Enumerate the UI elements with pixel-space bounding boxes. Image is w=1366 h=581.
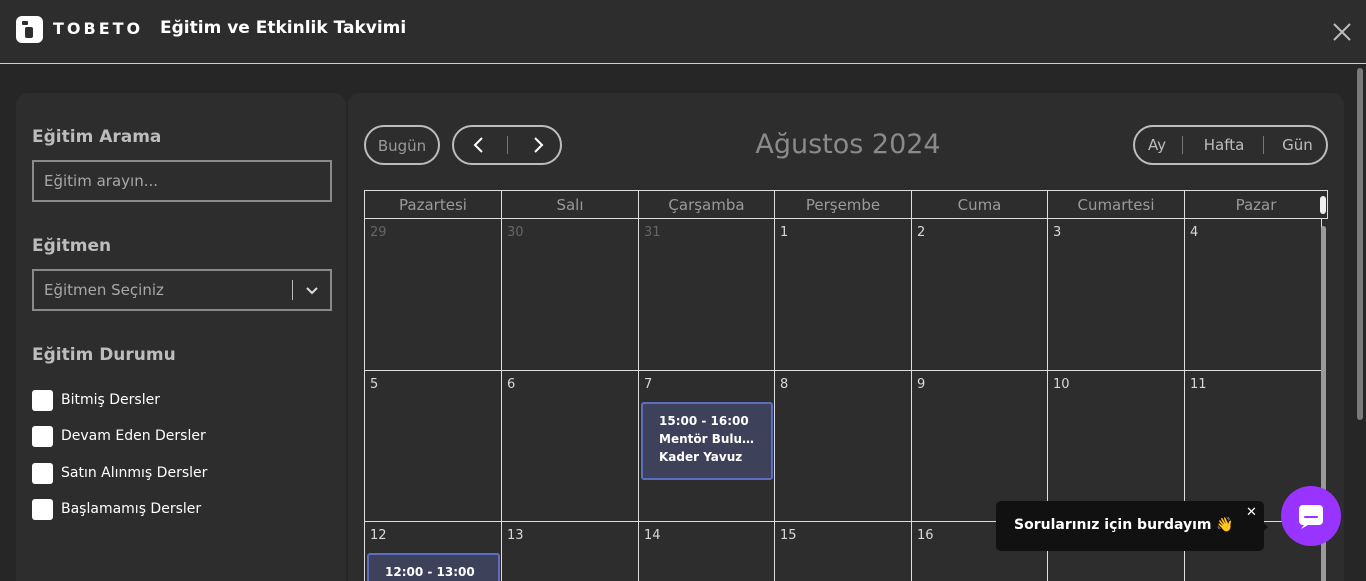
close-icon[interactable]: ✕ xyxy=(1246,505,1257,520)
weekday-header: Perşembe xyxy=(775,191,912,219)
chevron-down-icon[interactable] xyxy=(304,282,320,298)
view-divider xyxy=(1182,136,1183,154)
search-input[interactable] xyxy=(32,160,332,202)
weekday-header: Cumartesi xyxy=(1048,191,1185,219)
weekday-header: Cuma xyxy=(912,191,1048,219)
checkbox[interactable] xyxy=(32,390,53,411)
view-week-button[interactable]: Hafta xyxy=(1191,136,1257,154)
weekday-header: Pazar xyxy=(1185,191,1328,219)
day-cell[interactable]: 14 xyxy=(639,522,775,581)
day-number: 30 xyxy=(507,225,524,240)
day-number: 8 xyxy=(780,377,789,392)
event-title: Mentör Buluşması xyxy=(659,432,761,446)
close-icon[interactable] xyxy=(1330,20,1354,44)
day-cell[interactable]: 2 xyxy=(912,219,1048,371)
checkbox-label: Bitmiş Dersler xyxy=(61,392,160,408)
day-number: 13 xyxy=(507,528,524,543)
day-number: 4 xyxy=(1190,225,1199,240)
day-number: 14 xyxy=(644,528,661,543)
chat-button[interactable] xyxy=(1281,486,1341,546)
weekday-header: Pazartesi xyxy=(365,191,502,219)
checkbox[interactable] xyxy=(32,499,53,520)
grid-scrollbar-thumb[interactable] xyxy=(1320,196,1326,214)
checkbox-label: Başlamamış Dersler xyxy=(61,501,202,517)
instructor-select-value: Eğitmen Seçiniz xyxy=(44,281,164,299)
day-cell[interactable]: 3 xyxy=(1048,219,1185,371)
day-cell[interactable]: 4 xyxy=(1185,219,1322,371)
event-time: 15:00 - 16:00 xyxy=(659,414,749,428)
event-person: Kader Yavuz xyxy=(659,450,743,464)
tobeto-logo-icon xyxy=(16,16,43,43)
day-number: 2 xyxy=(917,225,926,240)
checkbox[interactable] xyxy=(32,426,53,447)
chat-tooltip: Sorularınız için burdayım 👋 ✕ xyxy=(996,501,1268,551)
day-number: 5 xyxy=(370,377,379,392)
brand-name: TOBETO xyxy=(53,19,144,38)
weekday-header: Çarşamba xyxy=(639,191,775,219)
chevron-right-icon[interactable] xyxy=(508,127,560,163)
checkbox-label: Devam Eden Dersler xyxy=(61,428,206,444)
chat-bubble-icon xyxy=(1299,505,1323,529)
select-divider xyxy=(292,280,293,300)
day-cell[interactable]: 30 xyxy=(502,219,639,371)
status-option-purchased[interactable]: Satın Alınmış Dersler xyxy=(32,463,332,485)
tooltip-arrow xyxy=(1260,520,1268,534)
event-time: 12:00 - 13:00 xyxy=(385,565,475,579)
day-number: 31 xyxy=(644,225,661,240)
page-scrollbar[interactable] xyxy=(1357,68,1363,420)
instructor-select[interactable]: Eğitmen Seçiniz xyxy=(32,269,332,311)
top-header: TOBETO Eğitim ve Etkinlik Takvimi xyxy=(0,0,1366,64)
page-title: Eğitim ve Etkinlik Takvimi xyxy=(160,18,407,38)
checkbox[interactable] xyxy=(32,463,53,484)
today-button-label: Bugün xyxy=(377,137,427,155)
day-cell[interactable]: 9 xyxy=(912,371,1048,522)
instructor-label: Eğitmen xyxy=(32,236,112,256)
search-label: Eğitim Arama xyxy=(32,127,162,147)
today-button[interactable]: Bugün xyxy=(364,125,440,165)
day-cell[interactable]: 13 xyxy=(502,522,639,581)
day-number: 3 xyxy=(1053,225,1062,240)
day-number: 10 xyxy=(1053,377,1070,392)
status-option-finished[interactable]: Bitmiş Dersler xyxy=(32,390,332,412)
day-number: 6 xyxy=(507,377,516,392)
calendar-event[interactable]: 15:00 - 16:00 Mentör Buluşması Kader Yav… xyxy=(641,402,773,480)
day-cell[interactable]: 8 xyxy=(775,371,912,522)
chevron-left-icon[interactable] xyxy=(454,127,507,163)
day-cell[interactable]: 1 xyxy=(775,219,912,371)
day-cell[interactable]: 31 xyxy=(639,219,775,371)
view-day-button[interactable]: Gün xyxy=(1275,136,1320,154)
filter-sidebar: Eğitim Arama Eğitmen Eğitmen Seçiniz Eği… xyxy=(16,93,346,581)
day-number: 11 xyxy=(1190,377,1207,392)
day-cell[interactable]: 5 xyxy=(365,371,502,522)
day-number: 29 xyxy=(370,225,387,240)
view-divider xyxy=(1263,136,1264,154)
day-number: 15 xyxy=(780,528,797,543)
day-number: 12 xyxy=(370,528,387,543)
day-cell[interactable]: 6 xyxy=(502,371,639,522)
view-month-button[interactable]: Ay xyxy=(1145,136,1169,154)
weekday-header: Salı xyxy=(502,191,639,219)
day-cell[interactable]: 15 xyxy=(775,522,912,581)
status-label: Eğitim Durumu xyxy=(32,345,176,365)
day-cell[interactable]: 10 xyxy=(1048,371,1185,522)
status-option-ongoing[interactable]: Devam Eden Dersler xyxy=(32,426,332,448)
view-switcher: Ay Hafta Gün xyxy=(1133,125,1328,165)
day-number: 1 xyxy=(780,225,789,240)
chat-tooltip-text: Sorularınız için burdayım 👋 xyxy=(1014,517,1234,533)
day-number: 16 xyxy=(917,528,934,543)
calendar-event[interactable]: 12:00 - 13:00 xyxy=(367,553,500,581)
day-cell[interactable]: 29 xyxy=(365,219,502,371)
day-number: 9 xyxy=(917,377,926,392)
month-title: Ağustos 2024 xyxy=(755,129,941,160)
checkbox-label: Satın Alınmış Dersler xyxy=(61,465,208,481)
month-navigation xyxy=(452,125,562,165)
day-number: 7 xyxy=(644,377,653,392)
status-option-not-started[interactable]: Başlamamış Dersler xyxy=(32,499,332,521)
